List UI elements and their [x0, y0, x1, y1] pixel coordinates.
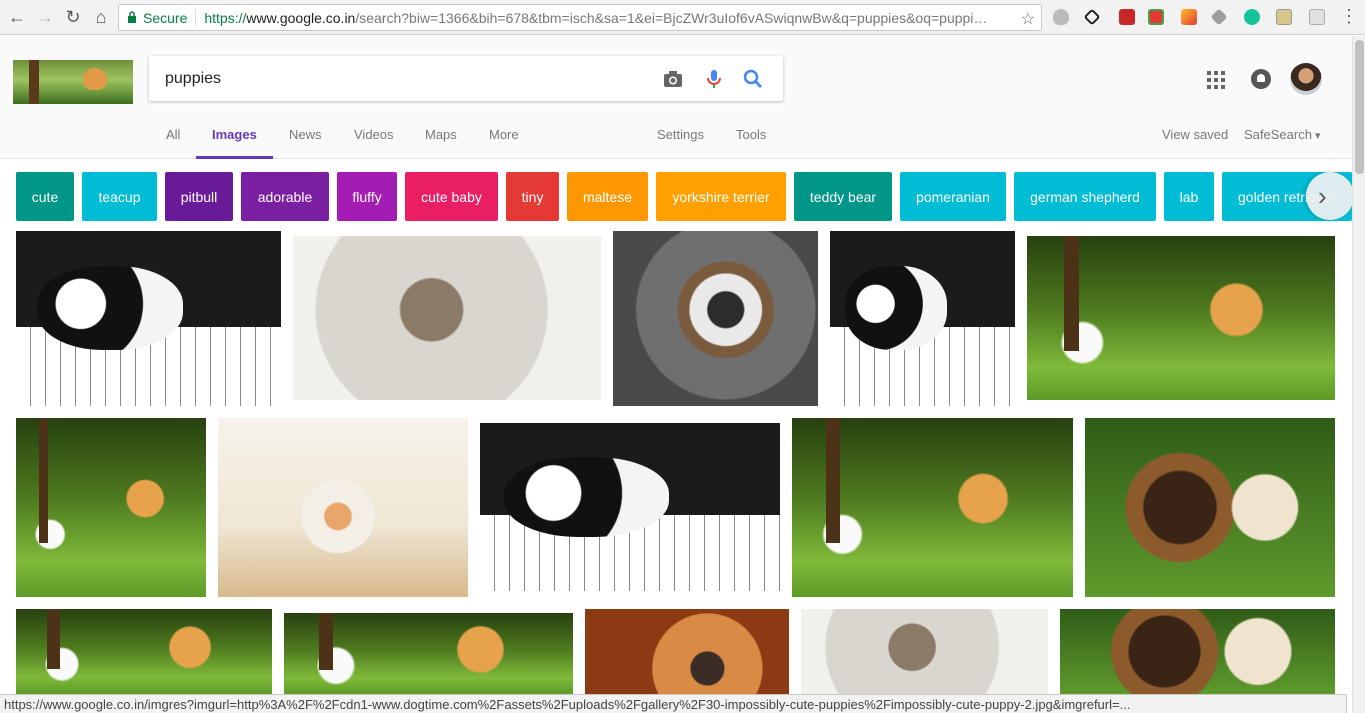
chip[interactable]: pomeranian: [900, 172, 1006, 221]
bookmark-star-icon[interactable]: ☆: [1021, 9, 1035, 29]
tab-images[interactable]: Images: [196, 127, 273, 159]
chip[interactable]: pitbull: [165, 172, 233, 221]
chip[interactable]: teacup: [82, 172, 157, 221]
colorful-extension-icon[interactable]: [1181, 9, 1197, 25]
browser-menu-icon[interactable]: ⋮: [1340, 6, 1358, 27]
tab-videos[interactable]: Videos: [354, 127, 394, 159]
back-icon[interactable]: ←: [6, 6, 28, 28]
address-bar[interactable]: Secure https://www.google.co.in/search?b…: [118, 4, 1042, 31]
image-result[interactable]: [792, 418, 1073, 597]
diamond-extension-icon[interactable]: [1083, 8, 1101, 26]
url-host: www.google.co.in: [246, 9, 356, 26]
search-input[interactable]: [165, 69, 645, 88]
tab-more[interactable]: More: [489, 127, 519, 159]
chip[interactable]: yorkshire terrier: [656, 172, 786, 221]
image-result[interactable]: [293, 236, 601, 400]
chip-label: german shepherd: [1030, 188, 1140, 205]
chip[interactable]: fluffy: [337, 172, 397, 221]
image-result[interactable]: [830, 231, 1015, 406]
chip[interactable]: cute: [16, 172, 74, 221]
chip-label: tiny: [521, 188, 544, 205]
image-result[interactable]: [1060, 609, 1335, 694]
image-result[interactable]: [284, 613, 573, 694]
tab-news[interactable]: News: [289, 127, 322, 159]
chip-label: teacup: [98, 188, 141, 205]
google-header: All Images News Videos Maps More Setting…: [0, 36, 1352, 159]
chip[interactable]: teddy bear: [794, 172, 892, 221]
image-result[interactable]: [613, 231, 818, 406]
red-extension-icon[interactable]: [1119, 9, 1135, 25]
camera-icon[interactable]: [662, 68, 684, 90]
home-icon[interactable]: ⌂: [90, 6, 112, 28]
chip-label: teddy bear: [809, 188, 877, 205]
status-bar-url: https://www.google.co.in/imgres?imgurl=h…: [0, 694, 1347, 713]
secure-indicator[interactable]: Secure: [119, 9, 197, 26]
secure-label: Secure: [143, 9, 188, 26]
image-result[interactable]: [1027, 236, 1335, 400]
scrollbar-thumb[interactable]: [1355, 40, 1364, 174]
image-result[interactable]: [585, 609, 789, 694]
chip-label: lab: [1179, 188, 1199, 205]
browser-toolbar: ← → ↻ ⌂ Secure https://www.google.co.in/…: [0, 0, 1365, 35]
image-result[interactable]: [16, 418, 206, 597]
image-extension-icon[interactable]: [1276, 9, 1292, 25]
microphone-icon[interactable]: [703, 68, 725, 90]
image-result[interactable]: [16, 609, 272, 694]
url-protocol: https://: [204, 9, 247, 26]
blank-extension-icon[interactable]: [1309, 9, 1325, 25]
chip-label: cute: [31, 188, 59, 205]
apps-grid-icon[interactable]: [1207, 71, 1225, 89]
pocket-extension-icon[interactable]: [1148, 9, 1164, 25]
chip[interactable]: tiny: [506, 172, 559, 221]
search-tabs: All Images News Videos Maps More Setting…: [0, 122, 1352, 159]
chip-label: fluffy: [352, 188, 382, 205]
chip[interactable]: adorable: [241, 172, 329, 221]
chip[interactable]: cute baby: [405, 172, 498, 221]
page-scrollbar[interactable]: [1352, 36, 1365, 713]
tab-tools[interactable]: Tools: [736, 127, 766, 159]
chip-label: adorable: [257, 188, 313, 205]
chevron-right-icon[interactable]: ›: [1306, 172, 1354, 220]
image-result[interactable]: [1085, 418, 1335, 597]
chip[interactable]: german shepherd: [1014, 172, 1156, 221]
shield-extension-icon[interactable]: [1053, 9, 1069, 25]
tab-settings[interactable]: Settings: [657, 127, 704, 159]
forward-icon[interactable]: →: [34, 6, 56, 28]
lock-icon: [127, 10, 137, 26]
chip[interactable]: lab: [1164, 172, 1214, 221]
chip-label: maltese: [582, 188, 633, 205]
chip-label: yorkshire terrier: [672, 188, 770, 205]
grammarly-icon[interactable]: [1244, 9, 1260, 25]
image-result[interactable]: [16, 231, 281, 406]
chip[interactable]: maltese: [567, 172, 648, 221]
tab-all[interactable]: All: [166, 127, 180, 159]
related-search-chips: cute teacup pitbull adorable fluffy cute…: [0, 171, 1352, 222]
image-result[interactable]: [218, 418, 468, 597]
chip-label: cute baby: [421, 188, 482, 205]
reload-icon[interactable]: ↻: [62, 6, 84, 28]
view-saved-link[interactable]: View saved: [1162, 127, 1228, 159]
cube-extension-icon[interactable]: [1210, 8, 1228, 26]
url-path: /search?biw=1366&bih=678&tbm=isch&sa=1&e…: [355, 9, 988, 26]
tab-maps[interactable]: Maps: [425, 127, 457, 159]
doodle-logo[interactable]: [13, 60, 133, 104]
image-result[interactable]: [480, 423, 780, 591]
search-icon[interactable]: [742, 68, 764, 90]
avatar[interactable]: [1290, 63, 1322, 95]
notifications-icon[interactable]: [1251, 69, 1271, 89]
chip-label: pomeranian: [916, 188, 990, 205]
image-result[interactable]: [801, 609, 1048, 694]
chip-label: pitbull: [180, 188, 218, 205]
search-box: [149, 56, 783, 101]
safesearch-dropdown[interactable]: SafeSearch: [1244, 127, 1321, 159]
url-text: https://www.google.co.in/search?biw=1366…: [196, 10, 996, 26]
